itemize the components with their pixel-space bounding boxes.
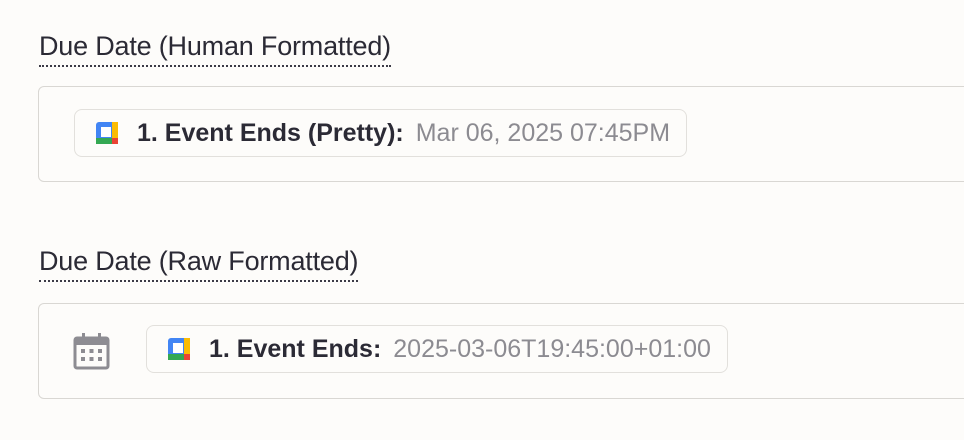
mapped-field-pill[interactable]: 1. Event Ends (Pretty): Mar 06, 2025 07:… <box>74 109 688 157</box>
pill-key: 1. Event Ends: <box>209 334 382 363</box>
mapped-field-pill[interactable]: 1. Event Ends: 2025-03-06T19:45:00+01:00 <box>146 325 728 373</box>
google-calendar-icon <box>96 122 118 144</box>
pill-value: 2025-03-06T19:45:00+01:00 <box>393 334 711 363</box>
field-input-raw-formatted[interactable]: 1. Event Ends: 2025-03-06T19:45:00+01:00 <box>38 303 964 399</box>
field-label-human-formatted: Due Date (Human Formatted) <box>39 33 391 67</box>
field-input-human-formatted[interactable]: 1. Event Ends (Pretty): Mar 06, 2025 07:… <box>38 86 964 182</box>
field-label-raw-formatted: Due Date (Raw Formatted) <box>39 248 359 282</box>
google-calendar-icon <box>168 338 190 360</box>
pill-key: 1. Event Ends (Pretty): <box>137 118 404 147</box>
calendar-icon[interactable] <box>72 331 112 371</box>
pill-value: Mar 06, 2025 07:45PM <box>415 118 671 147</box>
